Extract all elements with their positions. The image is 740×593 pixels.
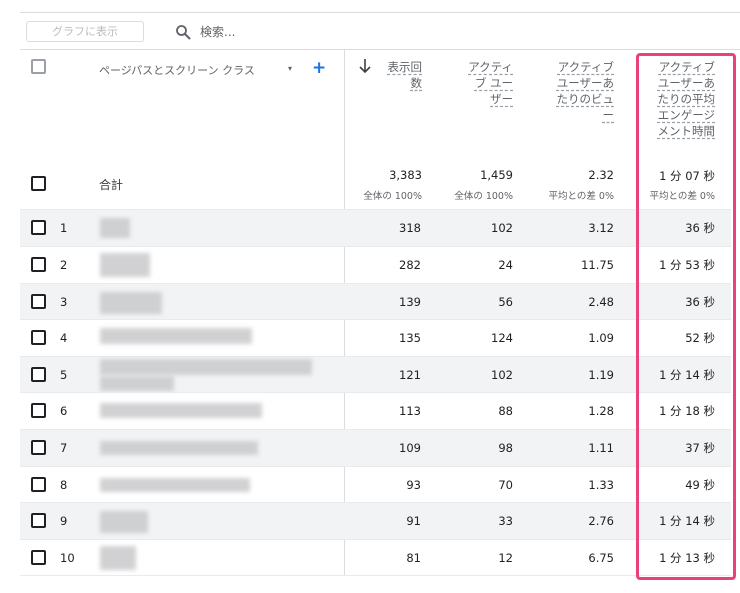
cell-views-per-user: 11.75 (581, 258, 614, 272)
cell-views: 282 (399, 258, 421, 272)
row-number: 1 (60, 221, 68, 235)
row-checkbox[interactable] (31, 513, 46, 528)
redacted-page-path (100, 403, 262, 418)
show-in-graph-button[interactable]: グラフに表示 (26, 21, 144, 42)
row-checkbox[interactable] (31, 294, 46, 309)
row-checkbox[interactable] (31, 550, 46, 565)
cell-active-users: 88 (498, 404, 513, 418)
row-checkbox[interactable] (31, 257, 46, 272)
redacted-page-path (100, 359, 312, 375)
totals-checkbox[interactable] (31, 176, 46, 191)
redacted-page-path (100, 292, 162, 314)
chevron-down-icon[interactable]: ▾ (288, 64, 292, 73)
column-header-active-users[interactable]: アクティ ブ ユー ザー (468, 59, 513, 107)
cell-views-per-user: 1.09 (588, 331, 614, 345)
table-row[interactable]: 5 121 102 1.19 1 分 14 秒 (20, 356, 731, 393)
cell-views: 91 (406, 514, 421, 528)
table-row[interactable]: 7 109 98 1.11 37 秒 (20, 429, 731, 466)
cell-active-users: 12 (498, 551, 513, 565)
search-icon (176, 25, 191, 40)
row-number: 8 (60, 478, 68, 492)
cell-views-per-user: 2.76 (588, 514, 614, 528)
engagement-column-highlight (636, 53, 736, 580)
column-header-views-per-user[interactable]: アクティブ ユーザーあ たりのビュ ー (557, 59, 615, 123)
row-checkbox[interactable] (31, 440, 46, 455)
cell-active-users: 102 (491, 221, 513, 235)
cell-views-per-user: 1.19 (588, 368, 614, 382)
table-row[interactable]: 9 91 33 2.76 1 分 14 秒 (20, 502, 731, 539)
row-number: 4 (60, 331, 68, 345)
redacted-page-path (100, 218, 130, 238)
cell-views-per-user: 2.48 (588, 295, 614, 309)
cell-views: 135 (399, 331, 421, 345)
table-row[interactable]: 10 81 12 6.75 1 分 13 秒 (20, 539, 731, 576)
cell-active-users: 124 (491, 331, 513, 345)
dimension-header[interactable]: ページパスとスクリーン クラス (99, 62, 255, 78)
row-checkbox[interactable] (31, 403, 46, 418)
redacted-page-path (100, 376, 174, 391)
table-bottom-border (20, 575, 731, 576)
redacted-page-path (100, 546, 136, 570)
redacted-page-path (100, 441, 258, 455)
row-number: 10 (60, 551, 75, 565)
cell-views: 113 (399, 404, 421, 418)
cell-active-users: 98 (498, 441, 513, 455)
table-row[interactable]: 6 113 88 1.28 1 分 18 秒 (20, 392, 731, 429)
cell-active-users: 33 (498, 514, 513, 528)
redacted-page-path (100, 511, 148, 533)
column-header-views[interactable]: 表示回 数 (388, 59, 423, 91)
cell-views: 81 (406, 551, 421, 565)
row-checkbox[interactable] (31, 477, 46, 492)
add-dimension-button[interactable]: + (312, 58, 326, 78)
total-views-per-user-diff: 平均との差 0% (548, 191, 615, 202)
cell-views-per-user: 6.75 (588, 551, 614, 565)
row-number: 2 (60, 258, 68, 272)
row-checkbox[interactable] (31, 330, 46, 345)
total-active-users: 1,459 (480, 168, 513, 182)
row-number: 6 (60, 404, 68, 418)
table-row[interactable]: 1 318 102 3.12 36 秒 (20, 209, 731, 246)
redacted-page-path (100, 328, 252, 344)
table-row[interactable]: 4 135 124 1.09 52 秒 (20, 319, 731, 356)
row-number: 9 (60, 514, 68, 528)
total-views-per-user: 2.32 (588, 168, 614, 182)
total-active-users-share: 全体の 100% (454, 191, 513, 202)
cell-views: 93 (406, 478, 421, 492)
select-all-checkbox[interactable] (31, 59, 46, 74)
cell-views-per-user: 1.28 (588, 404, 614, 418)
cell-active-users: 56 (498, 295, 513, 309)
totals-label: 合計 (99, 178, 124, 192)
cell-active-users: 24 (498, 258, 513, 272)
cell-views-per-user: 3.12 (588, 221, 614, 235)
redacted-page-path (100, 253, 150, 277)
table-row[interactable]: 3 139 56 2.48 36 秒 (20, 283, 731, 320)
redacted-page-path (100, 478, 250, 492)
row-checkbox[interactable] (31, 367, 46, 382)
cell-views: 318 (399, 221, 421, 235)
cell-views-per-user: 1.11 (588, 441, 614, 455)
row-number: 5 (60, 368, 68, 382)
cell-views: 109 (399, 441, 421, 455)
row-checkbox[interactable] (31, 220, 46, 235)
cell-active-users: 70 (498, 478, 513, 492)
cell-views: 139 (399, 295, 421, 309)
total-views: 3,383 (389, 168, 422, 182)
table-toolbar: グラフに表示 (20, 12, 740, 50)
cell-views: 121 (399, 368, 421, 382)
table-row[interactable]: 8 93 70 1.33 49 秒 (20, 466, 731, 503)
row-number: 7 (60, 441, 68, 455)
sort-descending-icon[interactable] (358, 58, 372, 74)
total-views-share: 全体の 100% (363, 191, 422, 202)
cell-views-per-user: 1.33 (588, 478, 614, 492)
search-input[interactable] (200, 22, 720, 42)
cell-active-users: 102 (491, 368, 513, 382)
table-row[interactable]: 2 282 24 11.75 1 分 53 秒 (20, 246, 731, 283)
row-number: 3 (60, 295, 68, 309)
